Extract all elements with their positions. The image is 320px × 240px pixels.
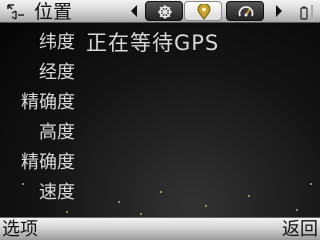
sparkle-decoration bbox=[310, 183, 312, 185]
field-row-latitude: 纬度 正在等待GPS bbox=[0, 29, 320, 57]
sparkle-decoration bbox=[140, 213, 142, 215]
sparkle-decoration bbox=[66, 211, 68, 213]
latitude-value: 正在等待GPS bbox=[86, 31, 220, 55]
back-arrow-icon[interactable] bbox=[4, 3, 26, 21]
position-panel: 纬度 正在等待GPS 经度 精确度 高度 精确度 速度 bbox=[0, 23, 320, 217]
longitude-label: 经度 bbox=[39, 62, 75, 83]
tab-right-arrow-icon[interactable] bbox=[274, 4, 284, 18]
field-row-speed: 速度 bbox=[0, 179, 320, 207]
field-row-altitude: 高度 bbox=[0, 119, 320, 147]
field-row-longitude: 经度 bbox=[0, 59, 320, 87]
tab-satellites[interactable] bbox=[145, 1, 183, 21]
speed-label: 速度 bbox=[39, 182, 75, 203]
options-softkey[interactable]: 选项 bbox=[2, 218, 38, 240]
field-row-accuracy: 精确度 bbox=[0, 89, 320, 117]
battery-icon bbox=[300, 5, 313, 20]
view-tabs bbox=[128, 0, 288, 23]
altitude-label: 高度 bbox=[39, 122, 75, 143]
page-title: 位置 bbox=[34, 1, 73, 23]
sparkle-decoration bbox=[160, 191, 162, 193]
tab-position[interactable] bbox=[184, 1, 222, 21]
satellite-icon bbox=[158, 5, 172, 19]
accuracy-label: 精确度 bbox=[21, 92, 75, 113]
speedometer-icon bbox=[238, 6, 254, 17]
altitude-accuracy-label: 精确度 bbox=[21, 152, 75, 173]
latitude-label: 纬度 bbox=[39, 32, 75, 53]
title-bar: 位置 bbox=[0, 0, 320, 23]
sparkle-decoration bbox=[296, 209, 298, 211]
location-pin-icon bbox=[197, 4, 211, 20]
sparkle-decoration bbox=[205, 205, 207, 207]
sparkle-decoration bbox=[248, 195, 250, 197]
sparkle-decoration bbox=[22, 183, 24, 185]
tab-trip[interactable] bbox=[226, 1, 264, 21]
softkey-bar: 选项 返回 bbox=[0, 217, 320, 240]
field-row-altitude-accuracy: 精确度 bbox=[0, 149, 320, 177]
back-softkey[interactable]: 返回 bbox=[282, 218, 318, 240]
tab-left-arrow-icon[interactable] bbox=[129, 4, 139, 18]
sparkle-decoration bbox=[118, 201, 120, 203]
